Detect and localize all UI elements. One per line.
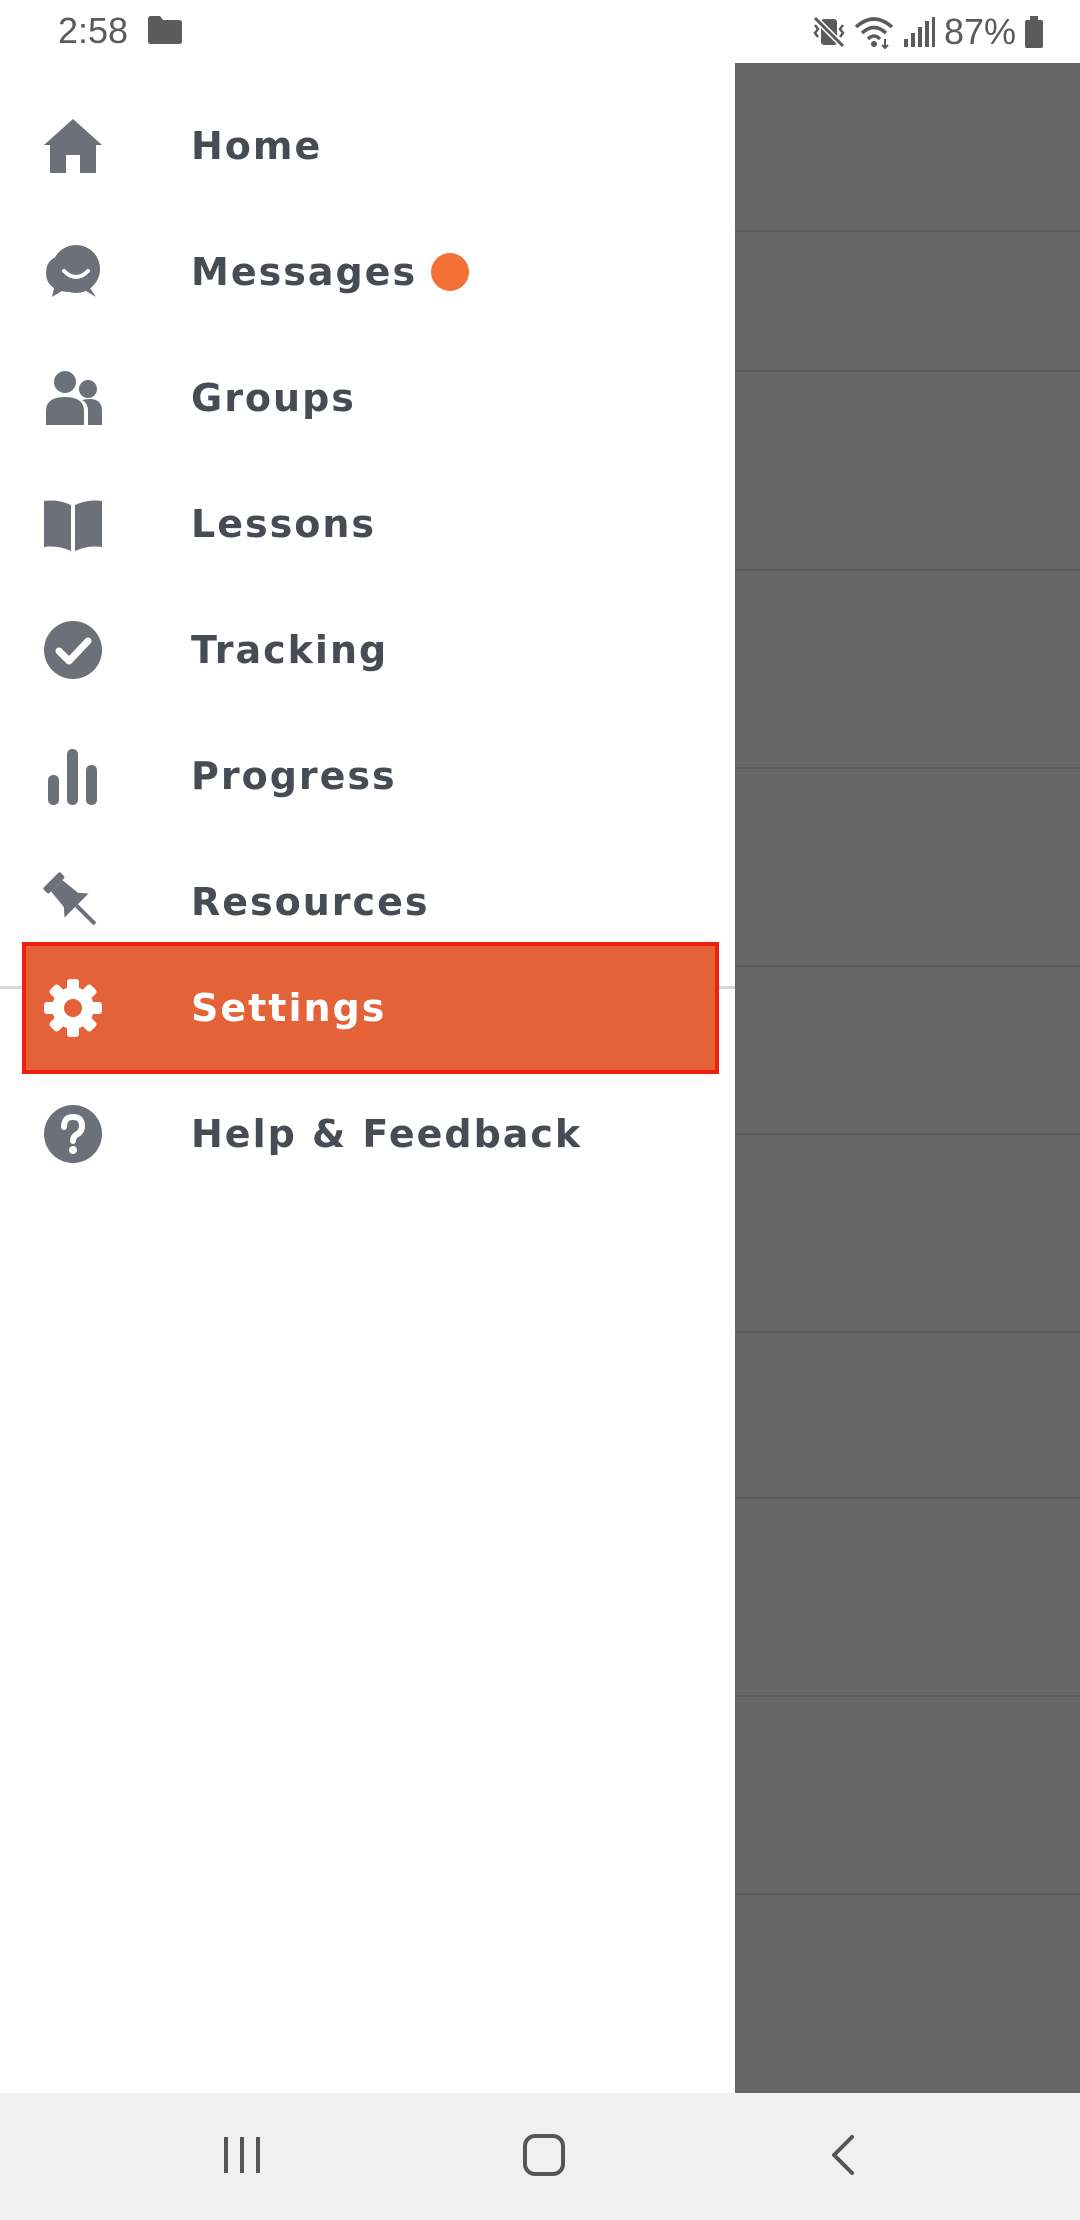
divider-line [735,767,1080,769]
nav-item-lessons[interactable]: Lessons [0,461,735,587]
nav-item-home[interactable]: Home [0,83,735,209]
divider-line [735,1331,1080,1333]
check-circle-icon [42,619,104,681]
mute-vibrate-icon [812,15,846,49]
nav-item-label: Resources [191,880,430,924]
pushpin-icon [42,871,104,933]
nav-item-label: Settings [191,986,387,1030]
nav-item-settings[interactable]: Settings [0,945,735,1071]
divider-line [735,1893,1080,1895]
status-bar: 2:58 87% [0,0,1080,63]
nav-item-label: Home [191,124,323,168]
divider-line [735,230,1080,232]
nav-item-progress[interactable]: Progress [0,713,735,839]
drawer-scrim[interactable] [735,63,1080,2093]
battery-icon [1025,16,1043,48]
nav-item-label: Lessons [191,502,376,546]
chat-bubbles-icon [42,241,104,303]
open-book-icon [42,493,104,555]
nav-item-help-feedback[interactable]: Help & Feedback [0,1071,735,1197]
divider-line [735,1497,1080,1499]
nav-item-label: Messages [191,250,418,294]
wifi-icon [854,17,894,49]
status-icons: 87% [812,10,1044,54]
bar-chart-icon [42,745,104,807]
people-icon [42,367,104,429]
signal-icon [903,17,935,47]
nav-item-label: Tracking [191,628,389,672]
nav-item-groups[interactable]: Groups [0,335,735,461]
gear-icon [42,977,104,1039]
folder-icon [148,16,182,44]
recents-button[interactable] [222,2133,262,2177]
divider-line [735,1695,1080,1697]
battery-percentage: 87% [943,11,1016,52]
home-icon [42,115,104,177]
back-button[interactable] [828,2133,858,2177]
divider-line [735,370,1080,372]
divider-line [735,1133,1080,1135]
nav-item-label: Groups [191,376,356,420]
unread-badge [431,253,470,291]
status-time: 2:58 [58,10,129,51]
nav-item-messages[interactable]: Messages [0,209,735,335]
nav-item-tracking[interactable]: Tracking [0,587,735,713]
nav-item-label: Help & Feedback [191,1112,583,1156]
divider-line [735,965,1080,967]
system-navigation-bar [0,2093,1080,2220]
help-circle-icon [42,1103,104,1165]
home-button[interactable] [522,2133,566,2177]
divider-line [735,569,1080,571]
nav-item-label: Progress [191,754,397,798]
